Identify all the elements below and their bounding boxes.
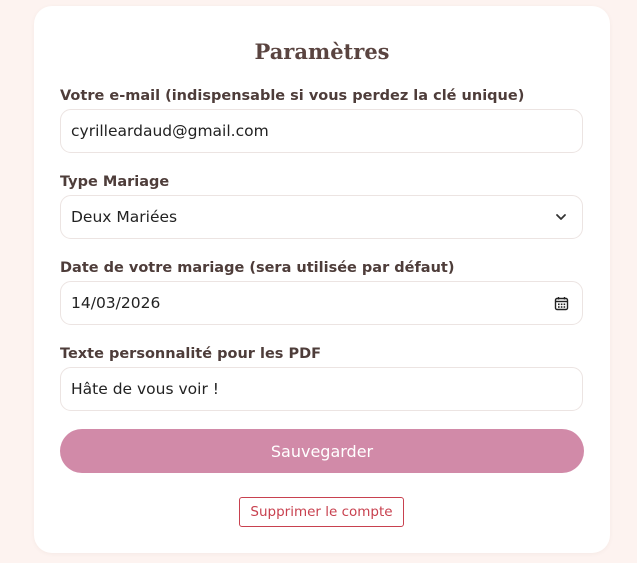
wedding-date-value: 14/03/2026	[71, 294, 161, 312]
wedding-date-label: Date de votre mariage (sera utilisée par…	[60, 260, 455, 276]
settings-card: Paramètres Votre e-mail (indispensable s…	[34, 6, 610, 553]
wedding-type-select[interactable]: Deux Mariées	[60, 195, 583, 239]
email-label: Votre e-mail (indispensable si vous perd…	[60, 88, 525, 104]
calendar-icon[interactable]	[552, 294, 570, 312]
pdf-text-value: Hâte de vous voir !	[71, 380, 219, 398]
wedding-type-label: Type Mariage	[60, 174, 170, 190]
pdf-text-field[interactable]: Hâte de vous voir !	[60, 367, 583, 411]
wedding-date-field[interactable]: 14/03/2026	[60, 281, 583, 325]
delete-account-button[interactable]: Supprimer le compte	[239, 497, 404, 527]
wedding-type-value: Deux Mariées	[71, 208, 178, 226]
chevron-down-icon	[552, 208, 570, 226]
save-button[interactable]: Sauvegarder	[60, 429, 584, 473]
page-title: Paramètres	[254, 39, 390, 64]
email-field[interactable]: cyrilleardaud@gmail.com	[60, 109, 583, 153]
pdf-text-label: Texte personnalité pour les PDF	[60, 346, 322, 362]
email-value: cyrilleardaud@gmail.com	[71, 122, 269, 140]
